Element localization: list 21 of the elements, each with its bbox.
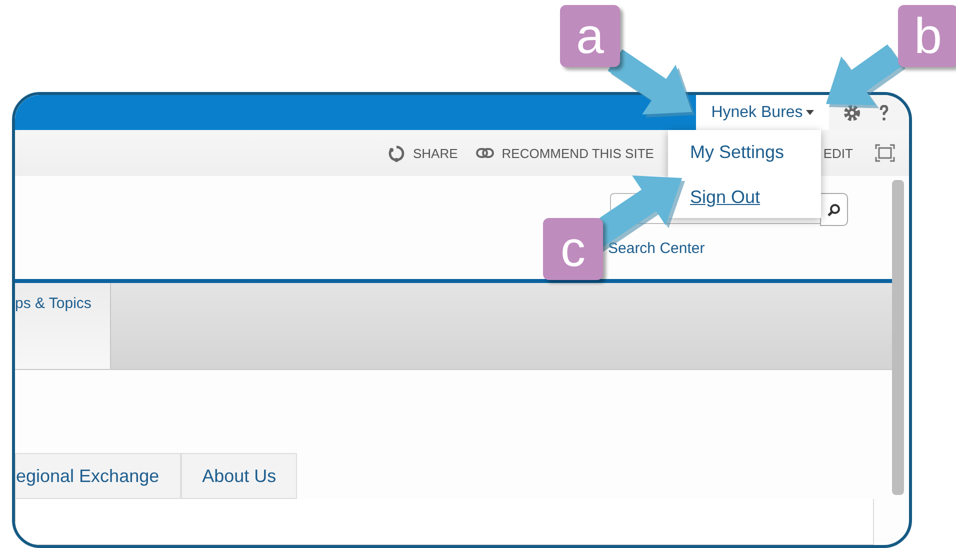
callout-label: b xyxy=(898,5,956,67)
help-icon[interactable] xyxy=(879,104,889,120)
share-icon xyxy=(388,144,405,162)
menu-item[interactable]: My Settings xyxy=(690,142,784,163)
content-tab[interactable]: About Us xyxy=(181,453,298,499)
fullscreen-icon[interactable] xyxy=(875,144,895,162)
caret-icon xyxy=(806,110,814,115)
ribbon-action[interactable]: RECOMMEND THIS SITE xyxy=(476,146,654,160)
link-icon xyxy=(476,148,494,158)
menu-item[interactable]: Sign Out xyxy=(690,187,760,208)
callout-label: c xyxy=(543,218,603,280)
search-center-link[interactable]: Search Center xyxy=(608,240,892,257)
content-tab[interactable]: egional Exchange xyxy=(15,453,182,499)
callout-label: a xyxy=(560,5,620,67)
search-icon xyxy=(827,202,841,216)
scrollbar-thumb[interactable] xyxy=(892,180,904,495)
nav-tab[interactable]: ps & Topics xyxy=(15,283,111,369)
search-button[interactable] xyxy=(820,193,848,226)
ribbon-action[interactable]: EDIT xyxy=(823,146,853,160)
ribbon-action[interactable]: SHARE xyxy=(388,144,458,162)
settings-icon[interactable] xyxy=(843,104,861,122)
